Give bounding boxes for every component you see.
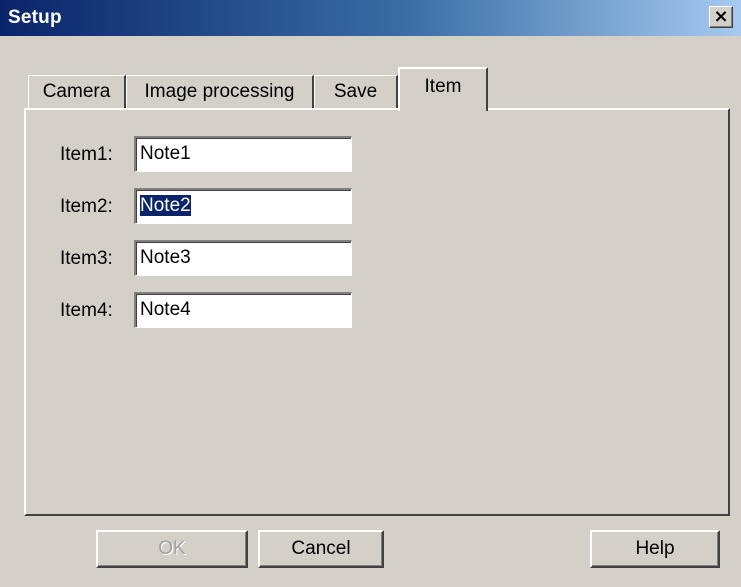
item4-label: Item4: — [60, 300, 113, 321]
tab-label: Image processing — [144, 81, 295, 102]
item2-field[interactable]: Note2 — [134, 188, 352, 224]
item3-value: Note3 — [140, 247, 191, 268]
help-button[interactable]: Help — [590, 530, 720, 568]
tab-save[interactable]: Save — [314, 75, 398, 109]
item2-value: Note2 — [140, 195, 191, 216]
close-button[interactable]: × — [709, 6, 733, 28]
item3-label: Item3: — [60, 248, 113, 269]
tab-label: Camera — [42, 81, 111, 102]
tab-label: Item — [424, 76, 462, 97]
item3-field[interactable]: Note3 — [134, 240, 352, 276]
window-title: Setup — [8, 7, 62, 28]
cancel-button-label: Cancel — [291, 538, 351, 559]
item4-value: Note4 — [140, 299, 191, 320]
item2-label: Item2: — [60, 196, 113, 217]
title-bar[interactable]: Setup × — [0, 0, 741, 36]
tab-image-processing[interactable]: Image processing — [126, 75, 314, 109]
item1-value: Note1 — [140, 143, 191, 164]
item4-field[interactable]: Note4 — [134, 292, 352, 328]
ok-button[interactable]: OK — [96, 530, 248, 568]
tab-label: Save — [333, 81, 378, 102]
tab-camera[interactable]: Camera — [28, 75, 126, 109]
item1-label: Item1: — [60, 144, 113, 165]
help-button-label: Help — [635, 538, 675, 559]
ok-button-label: OK — [158, 538, 186, 559]
tab-item[interactable]: Item — [398, 67, 488, 111]
item1-field[interactable]: Note1 — [134, 136, 352, 172]
item-tab-panel: Item1: Note1 Item2: Note2 Item3: Note3 I… — [24, 108, 730, 516]
setup-dialog: Setup × Camera Image processing Save Ite… — [0, 0, 741, 587]
close-icon: × — [713, 6, 729, 27]
cancel-button[interactable]: Cancel — [258, 530, 384, 568]
